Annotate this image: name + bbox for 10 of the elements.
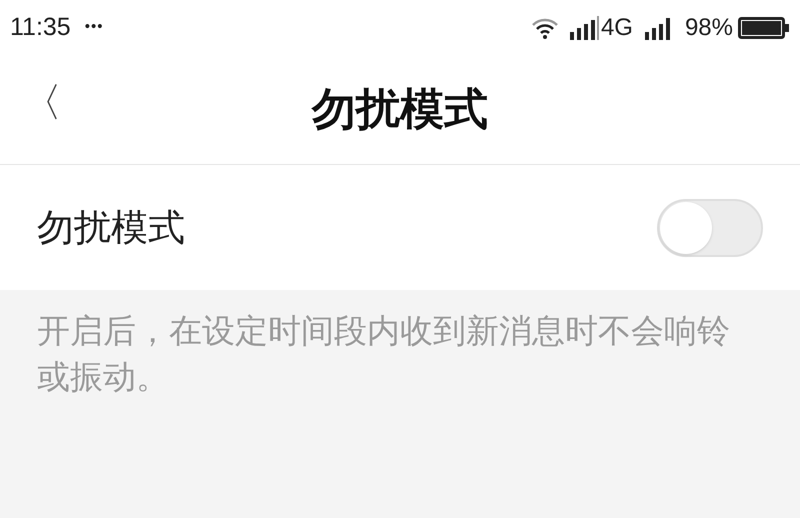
page-title: 勿扰模式 [312, 84, 488, 136]
description-text: 开启后，在设定时间段内收到新消息时不会响铃或振动。 [36, 311, 731, 397]
network-type: 4G [600, 12, 633, 42]
setting-label: 勿扰模式 [37, 206, 186, 250]
battery-percent: 98% [684, 12, 733, 42]
clock-time: 11:35 [10, 12, 71, 43]
back-button[interactable]: 〈 [22, 83, 62, 123]
battery-icon [738, 16, 790, 38]
signal-icon [570, 14, 600, 40]
more-dots: ••• [84, 17, 104, 38]
